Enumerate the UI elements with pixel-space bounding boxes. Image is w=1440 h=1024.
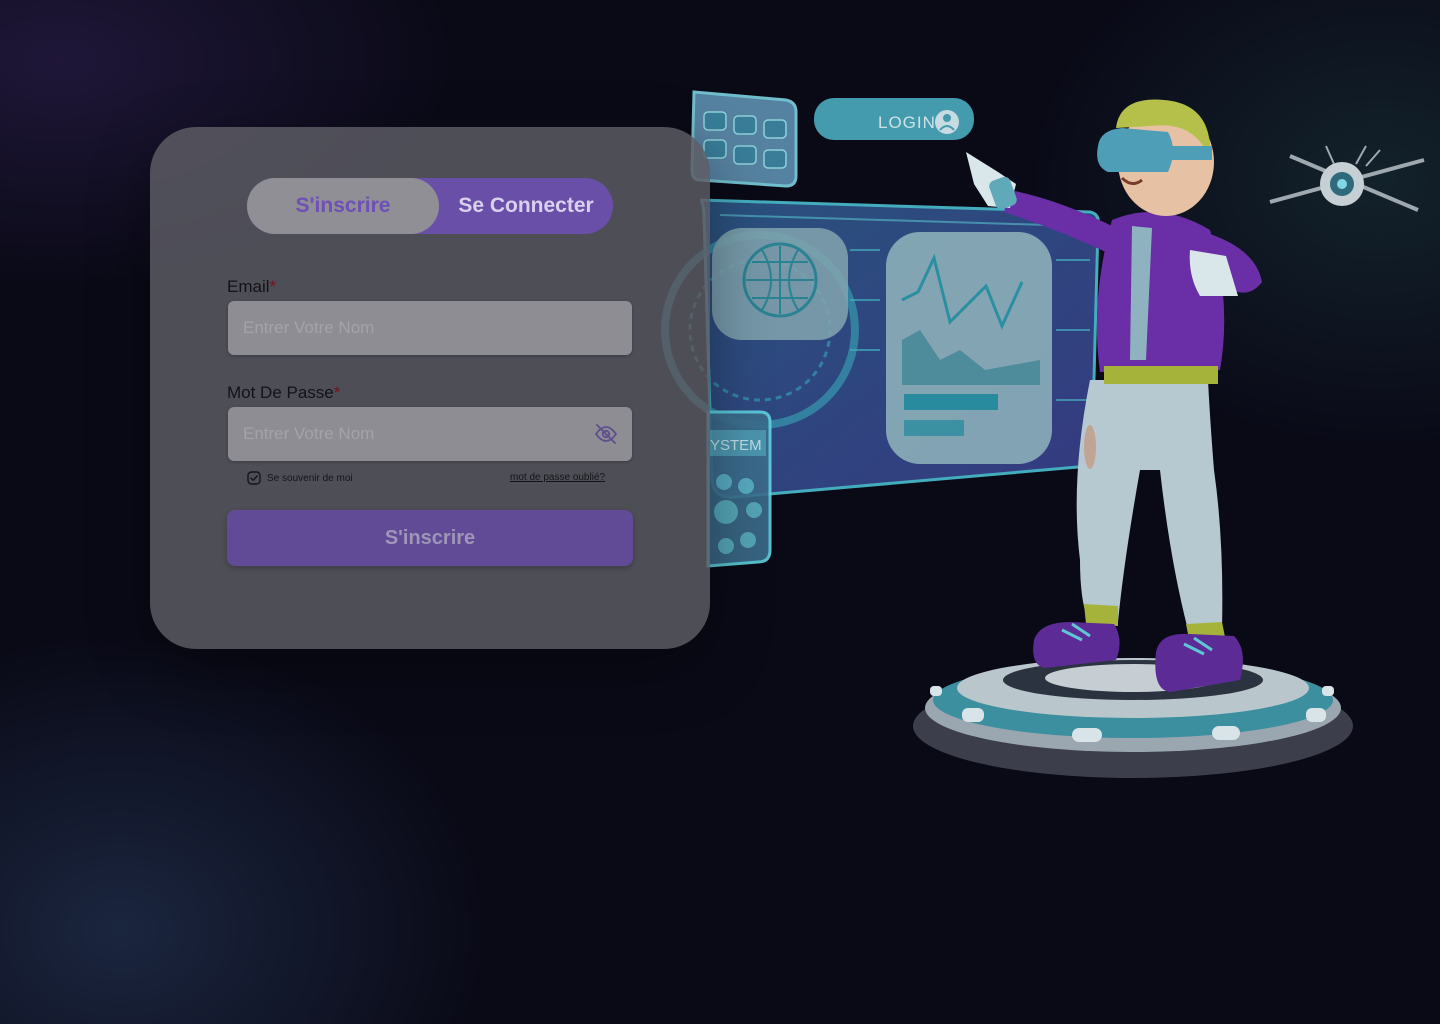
signup-card: S'inscrire Se Connecter Email* Mot De Pa… [150,127,710,649]
remember-me-label: Se souvenir de moi [267,472,353,484]
password-label: Mot De Passe* [227,383,340,403]
tab-login[interactable]: Se Connecter [439,178,613,234]
vr-character [966,99,1262,692]
email-label: Email* [227,277,276,297]
checkbox-checked-icon[interactable] [247,471,261,485]
remember-me[interactable]: Se souvenir de moi [247,470,353,486]
eye-off-icon[interactable] [594,422,618,446]
system-panel: YSTEM [706,410,772,568]
platform [913,658,1353,778]
email-field-wrapper [228,301,632,355]
forgot-password-link[interactable]: mot de passe oublié? [510,472,605,483]
drone [1269,145,1425,212]
password-label-text: Mot De Passe [227,383,334,402]
system-label: YSTEM [710,437,762,454]
password-required-mark: * [333,383,341,402]
password-field-wrapper [228,407,632,461]
login-badge-text: LOGIN [878,113,936,132]
signup-button[interactable]: S'inscrire [227,510,633,566]
auth-mode-toggle: S'inscrire Se Connecter [247,178,613,234]
email-label-text: Email [227,277,270,296]
password-field[interactable] [228,407,632,461]
email-field[interactable] [228,301,632,355]
login-badge: LOGIN [814,98,974,140]
email-required-mark: * [269,277,277,296]
hologram-screen [661,198,1100,499]
tab-signup[interactable]: S'inscrire [247,178,439,234]
